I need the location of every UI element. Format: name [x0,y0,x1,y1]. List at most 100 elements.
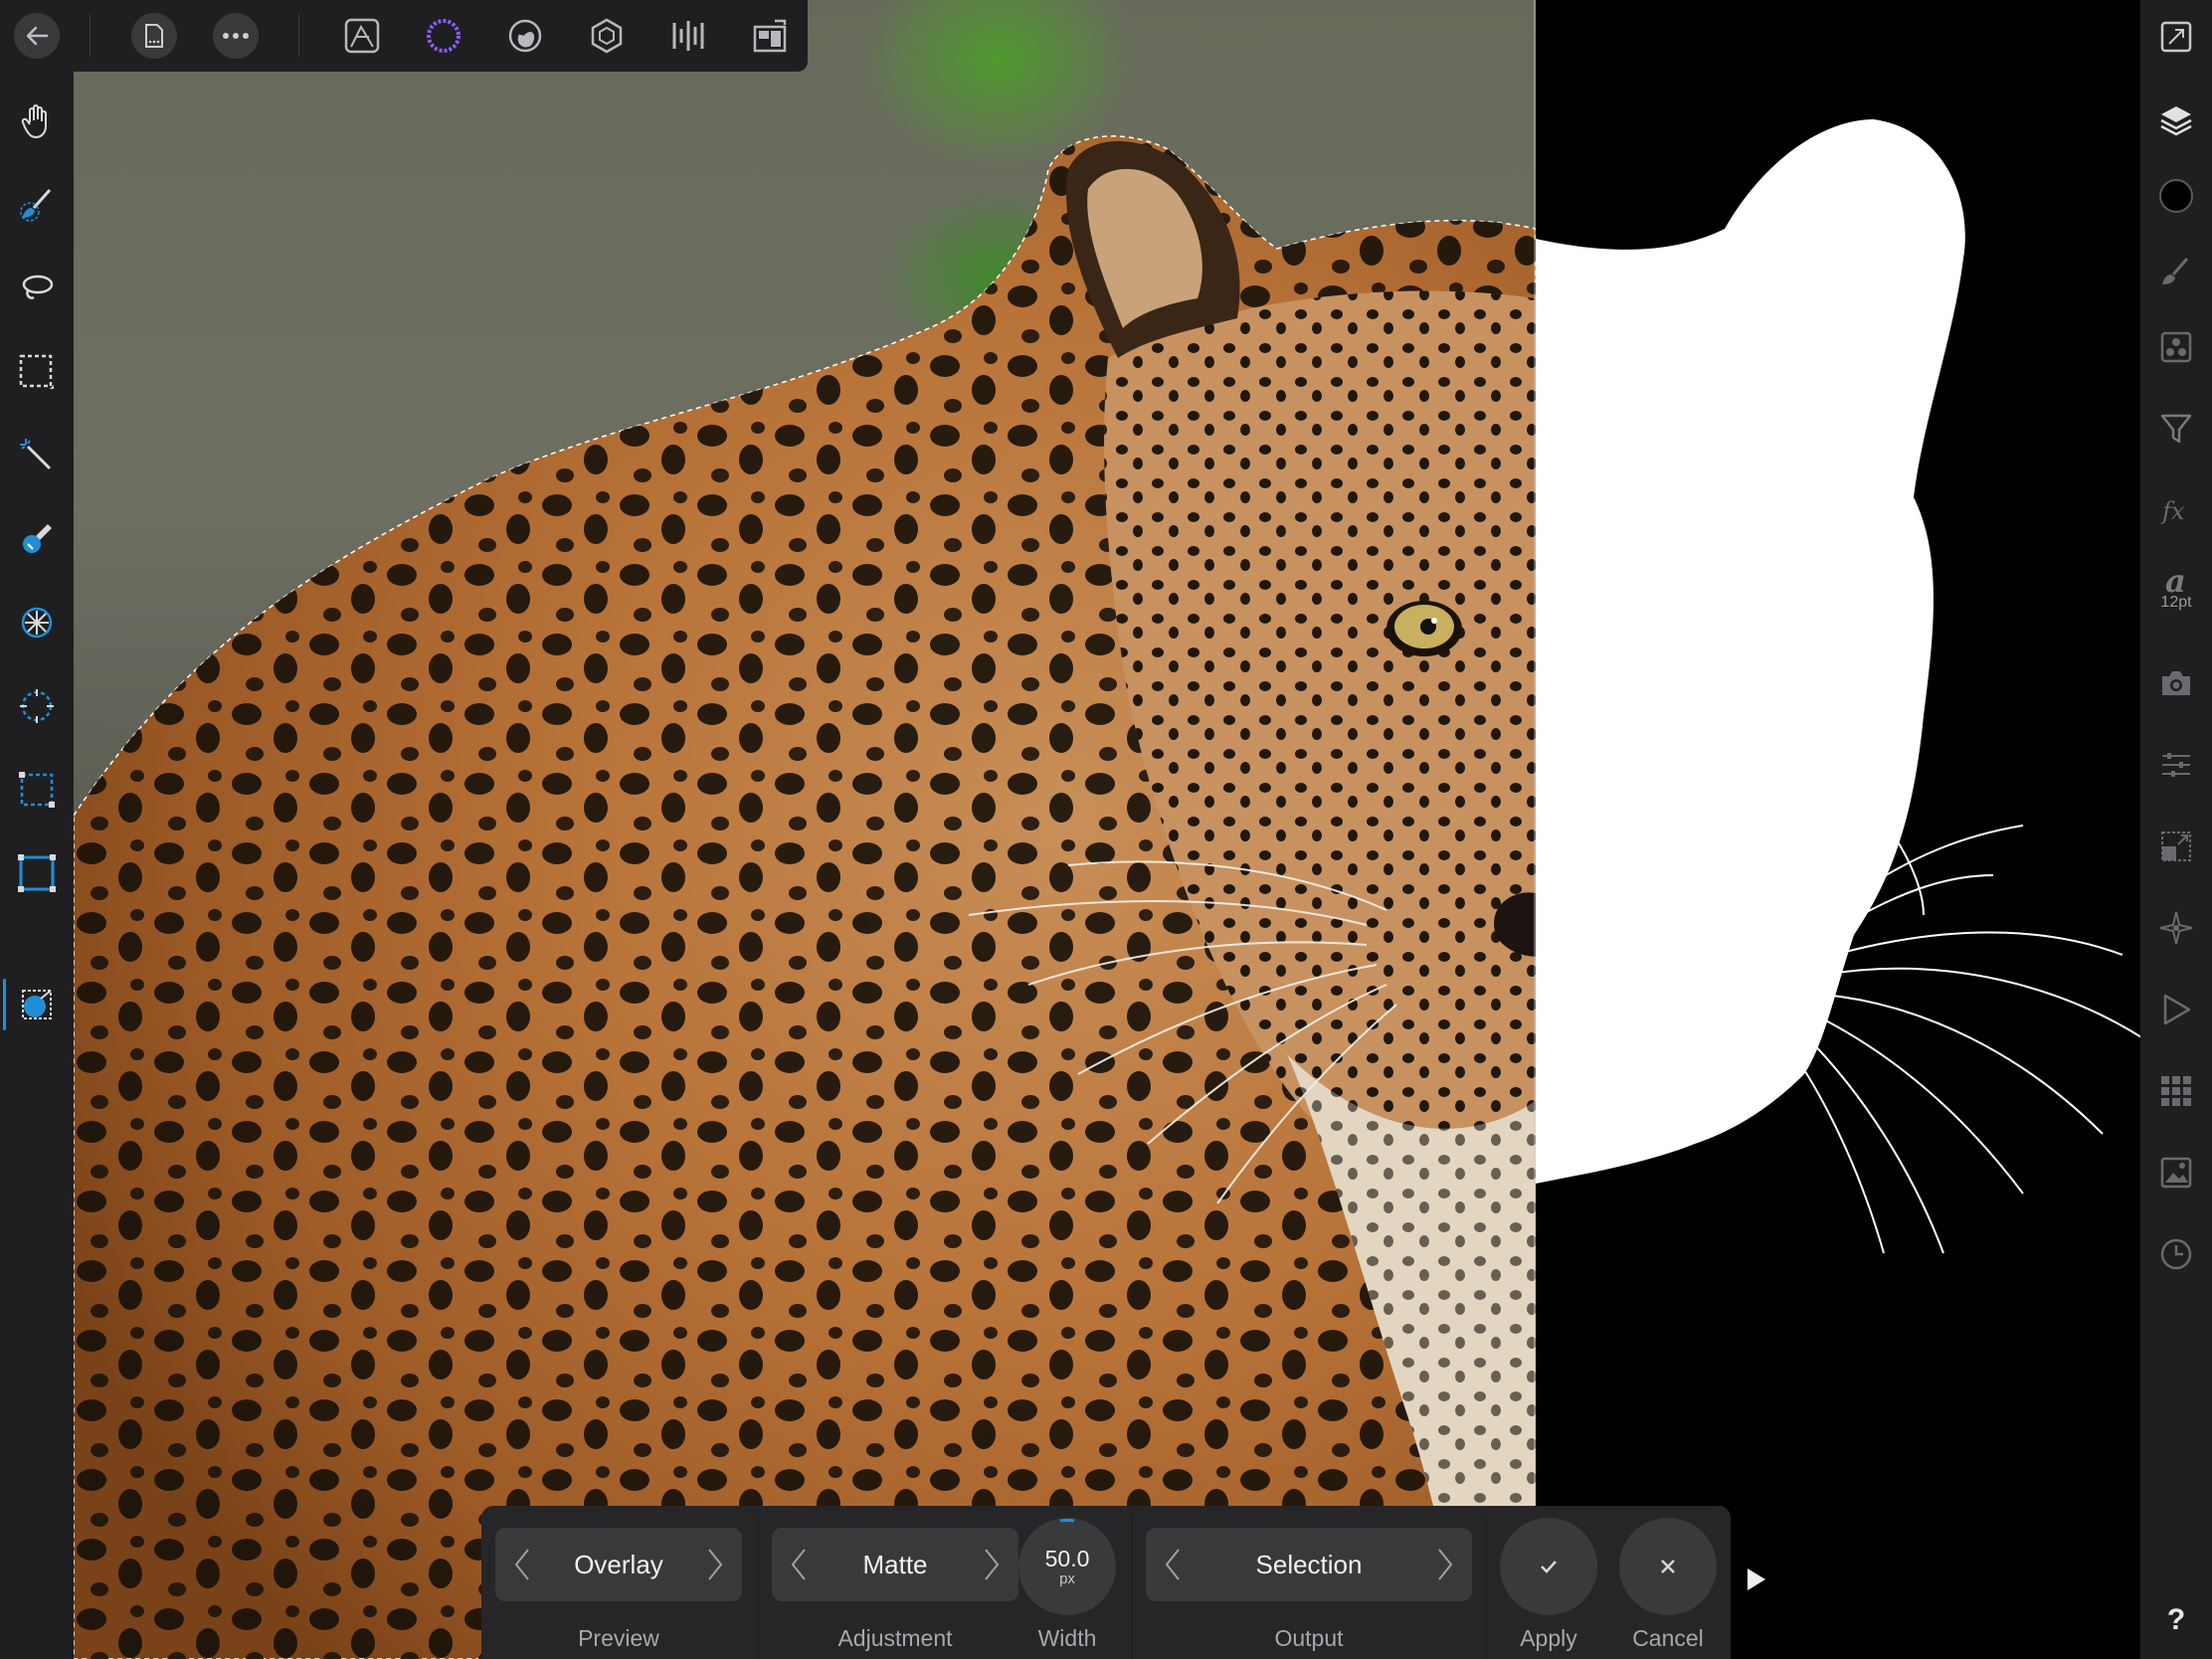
back-button[interactable] [14,13,60,59]
history-button[interactable] [2151,1229,2201,1279]
tools-panel [0,72,74,1659]
rectangle-marquee-icon [18,854,56,892]
tone-mapping-persona-icon [672,21,704,51]
navigator-button[interactable] [2151,12,2201,62]
brushes-button[interactable] [2151,247,2201,296]
adjustment-next-button[interactable] [975,1538,1009,1591]
flood-select-tool[interactable] [13,432,61,479]
rectangle-dashed-icon [19,772,55,808]
width-caption: Width [1037,1625,1097,1651]
freehand-selection-tool[interactable] [13,265,61,312]
preview-next-button[interactable] [698,1538,732,1591]
active-tool-indicator [3,979,6,1030]
hand-tool[interactable] [13,97,61,145]
preview-value: Overlay [574,1549,663,1579]
preview-prev-button[interactable] [505,1538,539,1591]
apply-button[interactable] [1500,1518,1597,1615]
export-persona-button[interactable] [747,13,793,59]
help-button[interactable]: ? [2151,1595,2201,1645]
selection-persona-icon [427,19,461,53]
toolbar-expand-button[interactable] [1731,1554,1782,1605]
colour-button[interactable] [2151,171,2201,221]
transform-button[interactable] [2151,740,2201,790]
photo-persona-button[interactable] [339,13,385,59]
grid-icon [2161,1076,2191,1106]
output-stepper[interactable]: Selection [1146,1528,1472,1601]
close-icon [1661,1560,1675,1573]
adjustments-button[interactable] [2151,322,2201,372]
marquee-selection-tool[interactable] [13,348,61,396]
context-divider [1486,1516,1487,1659]
snapping-button[interactable] [2151,822,2201,871]
tone-mapping-persona-button[interactable] [665,13,711,59]
help-icon: ? [2166,1603,2186,1636]
develop-persona-icon [591,18,623,54]
adjustments-icon [2160,331,2192,363]
mask-silhouette [1536,119,1965,1184]
cancel-caption: Cancel [1632,1625,1704,1651]
chevron-left-icon [791,1549,806,1580]
more-button[interactable] [213,13,259,59]
chevron-right-icon [1438,1549,1453,1580]
text-styles-button[interactable]: a 12pt [2151,563,2201,613]
liquify-persona-icon [508,19,542,53]
studio-panel: fx a 12pt ? [2140,0,2212,1659]
selection-persona-button[interactable] [421,13,466,59]
adjustment-prev-button[interactable] [782,1538,816,1591]
document-icon [145,24,163,48]
radial-burst-icon [21,607,53,639]
filters-button[interactable] [2151,404,2201,454]
macros-button[interactable] [2151,903,2201,953]
colour-swatch-icon [2159,179,2193,213]
refine-selection-tool[interactable] [13,981,61,1028]
photo-persona-icon [344,18,380,54]
dial-indicator-icon [1059,1518,1075,1523]
rectangle-marquee-tool[interactable] [13,849,61,897]
font-size-label: 12pt [2160,594,2192,611]
selection-brush-tool[interactable] [13,181,61,229]
svg-text:a: a [2165,564,2186,598]
ellipse-selection-tool[interactable] [13,682,61,730]
ellipse-selection-icon [20,689,54,723]
adjustment-caption: Adjustment [837,1625,953,1651]
images-button[interactable] [2151,1148,2201,1198]
play-outline-icon [2163,994,2191,1025]
refine-selection-icon [22,990,52,1019]
chevron-right-icon [708,1549,723,1580]
preview-caption: Preview [578,1625,659,1651]
image-icon [2160,1157,2192,1189]
export-persona-icon [753,19,787,53]
document-canvas[interactable] [74,0,2140,1659]
width-dial[interactable]: 50.0 px [1018,1518,1116,1615]
selection-brush-icon [20,189,52,222]
sliders-icon [2162,753,2190,777]
radial-selection-tool[interactable] [13,599,61,646]
navigator-icon [2160,21,2192,53]
output-next-button[interactable] [1428,1538,1462,1591]
text-style-icon: a [2165,564,2186,598]
hand-icon [21,104,47,138]
context-divider [758,1516,759,1659]
cancel-button[interactable] [1619,1518,1717,1615]
rectangle-selection-tool[interactable] [13,766,61,814]
adjustment-stepper[interactable]: Matte [772,1528,1018,1601]
effects-button[interactable]: fx [2151,485,2201,535]
chevron-left-icon [514,1549,529,1580]
play-macro-button[interactable] [2151,985,2201,1034]
liquify-persona-button[interactable] [502,13,548,59]
back-icon [26,26,49,46]
toolbar-divider [298,14,299,58]
develop-persona-button[interactable] [584,13,630,59]
swatches-button[interactable] [2151,1066,2201,1116]
context-divider [1132,1516,1133,1659]
color-selection-tool[interactable] [13,515,61,563]
checkmark-icon [1541,1561,1557,1573]
output-prev-button[interactable] [1156,1538,1190,1591]
stock-button[interactable] [2151,658,2201,708]
lasso-icon [22,275,54,299]
preview-stepper[interactable]: Overlay [495,1528,742,1601]
camera-icon [2162,671,2190,695]
more-icon [223,33,249,39]
layers-button[interactable] [2151,95,2201,145]
document-button[interactable] [131,13,177,59]
